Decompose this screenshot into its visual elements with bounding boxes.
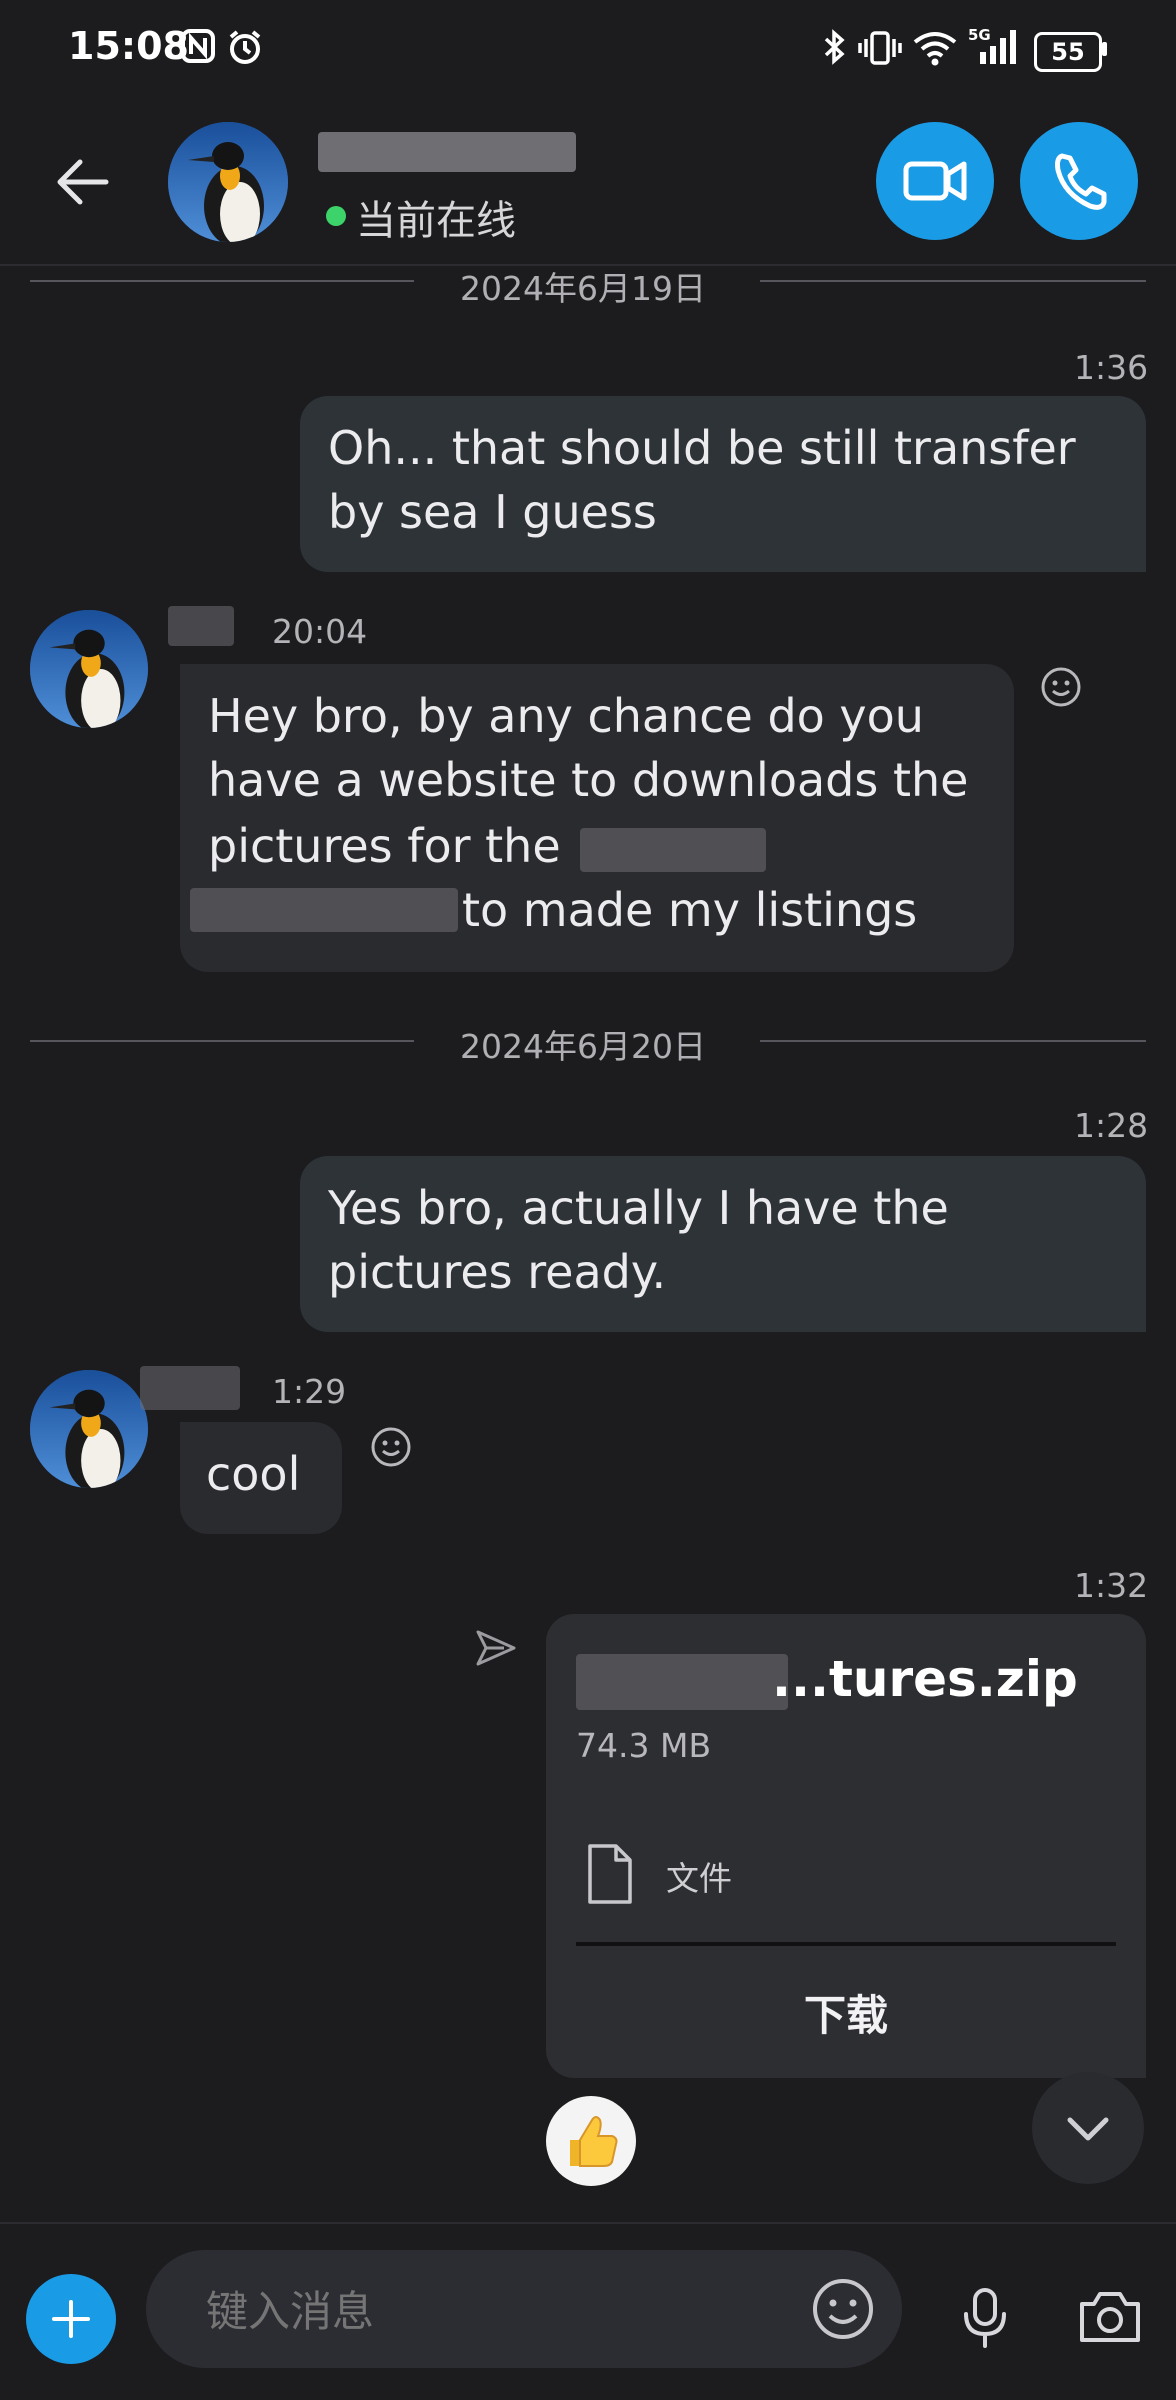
sender-avatar[interactable] — [30, 1370, 148, 1488]
date-separator-line — [760, 1040, 1146, 1042]
message-text: pictures ready. — [328, 1245, 667, 1299]
contact-name-redacted — [318, 132, 576, 172]
text-redacted — [190, 888, 458, 932]
sender-name-redacted — [168, 606, 234, 646]
bluetooth-icon — [822, 28, 848, 70]
message-timestamp: 1:36 — [1074, 348, 1149, 387]
add-reaction-icon[interactable] — [1040, 666, 1082, 712]
message-text: pictures for the — [208, 819, 561, 873]
outgoing-message-bubble[interactable]: Oh... that should be still transfer by s… — [300, 396, 1146, 572]
outgoing-message-bubble[interactable]: Yes bro, actually I have the pictures re… — [300, 1156, 1146, 1332]
message-timestamp: 20:04 — [272, 612, 368, 651]
sender-name-redacted — [140, 1366, 240, 1410]
contact-avatar[interactable] — [168, 122, 288, 242]
online-status-dot — [326, 206, 346, 226]
battery-tip — [1102, 42, 1107, 56]
text-redacted — [580, 828, 766, 872]
date-separator-line — [760, 280, 1146, 282]
thumbs-up-icon[interactable] — [546, 2096, 636, 2186]
message-timestamp: 1:29 — [272, 1372, 347, 1411]
scroll-to-bottom-button[interactable] — [1032, 2072, 1144, 2184]
message-input-box[interactable] — [146, 2250, 902, 2368]
add-attachment-button[interactable] — [26, 2274, 116, 2364]
download-button[interactable]: 下载 — [546, 1946, 1146, 2076]
composer-divider — [0, 2222, 1176, 2224]
download-button-label: 下载 — [803, 1991, 888, 2040]
status-time: 15:08 — [68, 24, 189, 68]
vibrate-icon — [858, 30, 902, 70]
emoji-icon[interactable] — [810, 2276, 876, 2346]
message-input[interactable] — [204, 2286, 768, 2337]
message-timestamp: 1:28 — [1074, 1106, 1149, 1145]
file-name: ...tures.zip — [772, 1650, 1078, 1708]
message-timestamp: 1:32 — [1074, 1566, 1149, 1605]
message-text: have a website to downloads the — [208, 753, 969, 807]
date-separator-line — [30, 280, 414, 282]
incoming-message-bubble[interactable]: Hey bro, by any chance do you have a web… — [180, 664, 1014, 972]
message-text: Hey bro, by any chance do you — [208, 689, 924, 743]
camera-icon[interactable] — [1076, 2286, 1144, 2350]
presence-status: 当前在线 — [356, 198, 516, 244]
sender-avatar[interactable] — [30, 610, 148, 728]
message-text: Yes bro, actually I have the — [328, 1181, 949, 1235]
voice-call-button[interactable] — [1020, 122, 1138, 240]
date-separator: 2024年6月19日 — [460, 269, 706, 308]
back-arrow-icon[interactable] — [52, 152, 112, 216]
file-type-label: 文件 — [666, 1859, 732, 1898]
signal-5g-icon: 5G — [968, 26, 1022, 70]
add-reaction-icon[interactable] — [370, 1426, 412, 1472]
date-separator-line — [30, 1040, 414, 1042]
message-text: by sea I guess — [328, 485, 657, 539]
sent-status-icon — [474, 1626, 518, 1674]
message-text: cool — [206, 1447, 301, 1501]
wifi-icon — [912, 30, 958, 70]
document-icon — [584, 1842, 636, 1910]
svg-text:5G: 5G — [968, 26, 991, 44]
video-call-button[interactable] — [876, 122, 994, 240]
incoming-message-bubble[interactable]: cool — [180, 1422, 342, 1534]
file-name-redacted — [576, 1654, 788, 1710]
file-size: 74.3 MB — [576, 1726, 712, 1765]
microphone-icon[interactable] — [960, 2286, 1010, 2354]
date-separator: 2024年6月20日 — [460, 1027, 706, 1066]
alarm-icon — [226, 28, 264, 70]
message-text: Oh... that should be still transfer — [328, 421, 1076, 475]
nfc-icon — [180, 28, 216, 72]
battery-indicator: 55 — [1034, 32, 1102, 72]
message-text: to made my listings — [462, 883, 918, 937]
